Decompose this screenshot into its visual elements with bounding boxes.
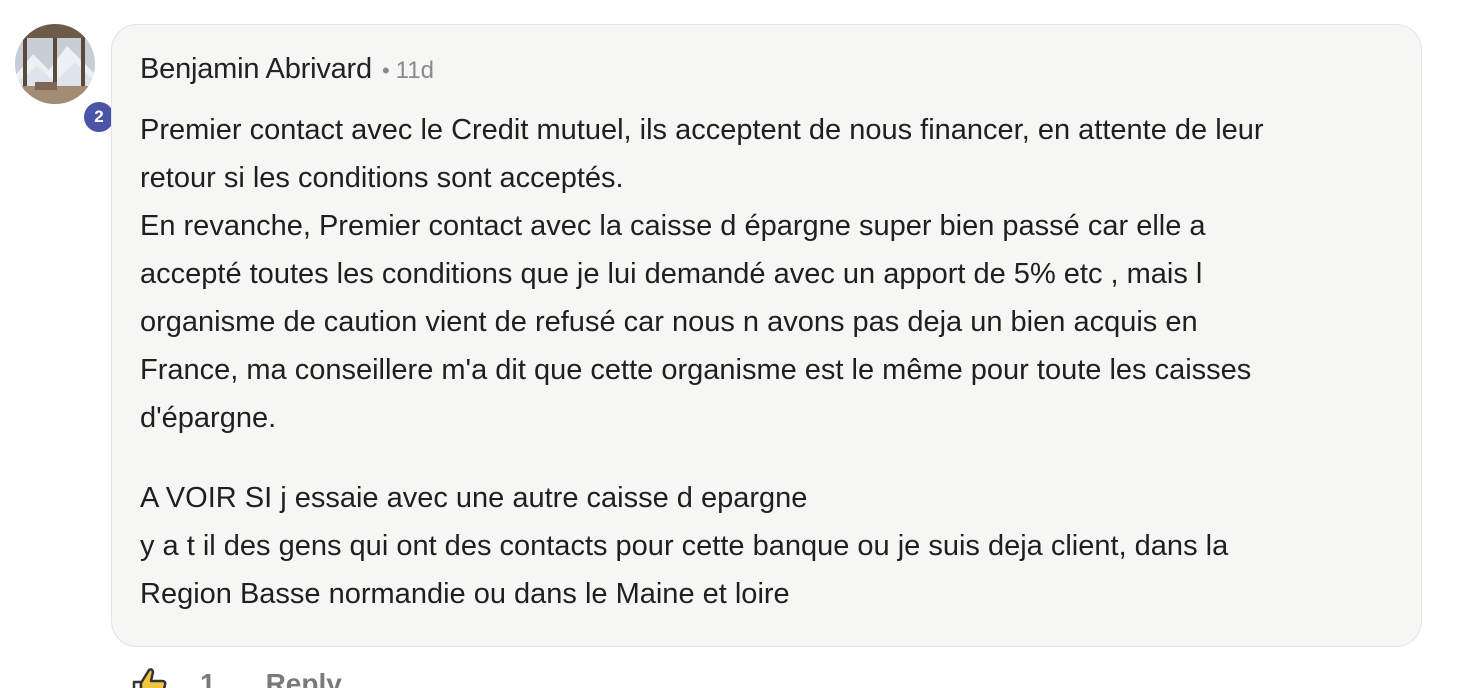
reply-button[interactable]: Reply — [266, 668, 342, 688]
like-count: 1 — [200, 668, 216, 688]
comment-bubble: Benjamin Abrivard • 11d Premier contact … — [111, 24, 1422, 647]
comment: 2 Benjamin Abrivard • 11d Premier contac… — [0, 0, 1462, 688]
comment-line: France, ma conseillere m'a dit que cette… — [140, 354, 1252, 386]
comment-header: Benjamin Abrivard • 11d — [140, 53, 1393, 97]
comment-line: retour si les conditions sont acceptés. — [140, 162, 624, 194]
comment-line: organisme de caution vient de refusé car… — [140, 306, 1198, 338]
comment-line: Premier contact avec le Credit mutuel, i… — [140, 114, 1264, 146]
comment-line: y a t il des gens qui ont des contacts p… — [140, 530, 1229, 562]
avatar[interactable] — [15, 24, 95, 104]
timestamp[interactable]: 11d — [396, 57, 434, 85]
separator-dot: • — [381, 58, 390, 83]
author-name[interactable]: Benjamin Abrivard — [140, 53, 372, 86]
comment-paragraph: A VOIR SI j essaie avec une autre caisse… — [140, 474, 1393, 618]
comment-actions: 1 Reply — [130, 664, 342, 688]
avatar-wrapper[interactable]: 2 — [15, 24, 117, 135]
comment-line: d'épargne. — [140, 402, 277, 434]
comment-line: accepté toutes les conditions que je lui… — [140, 258, 1203, 290]
comment-body: Premier contact avec le Credit mutuel, i… — [140, 106, 1393, 618]
thumbs-up-icon[interactable] — [130, 664, 170, 688]
comment-line: A VOIR SI j essaie avec une autre caisse… — [140, 482, 808, 514]
comment-line: En revanche, Premier contact avec la cai… — [140, 210, 1206, 242]
comment-paragraph: Premier contact avec le Credit mutuel, i… — [140, 106, 1393, 442]
comment-line: Region Basse normandie ou dans le Maine … — [140, 578, 790, 610]
